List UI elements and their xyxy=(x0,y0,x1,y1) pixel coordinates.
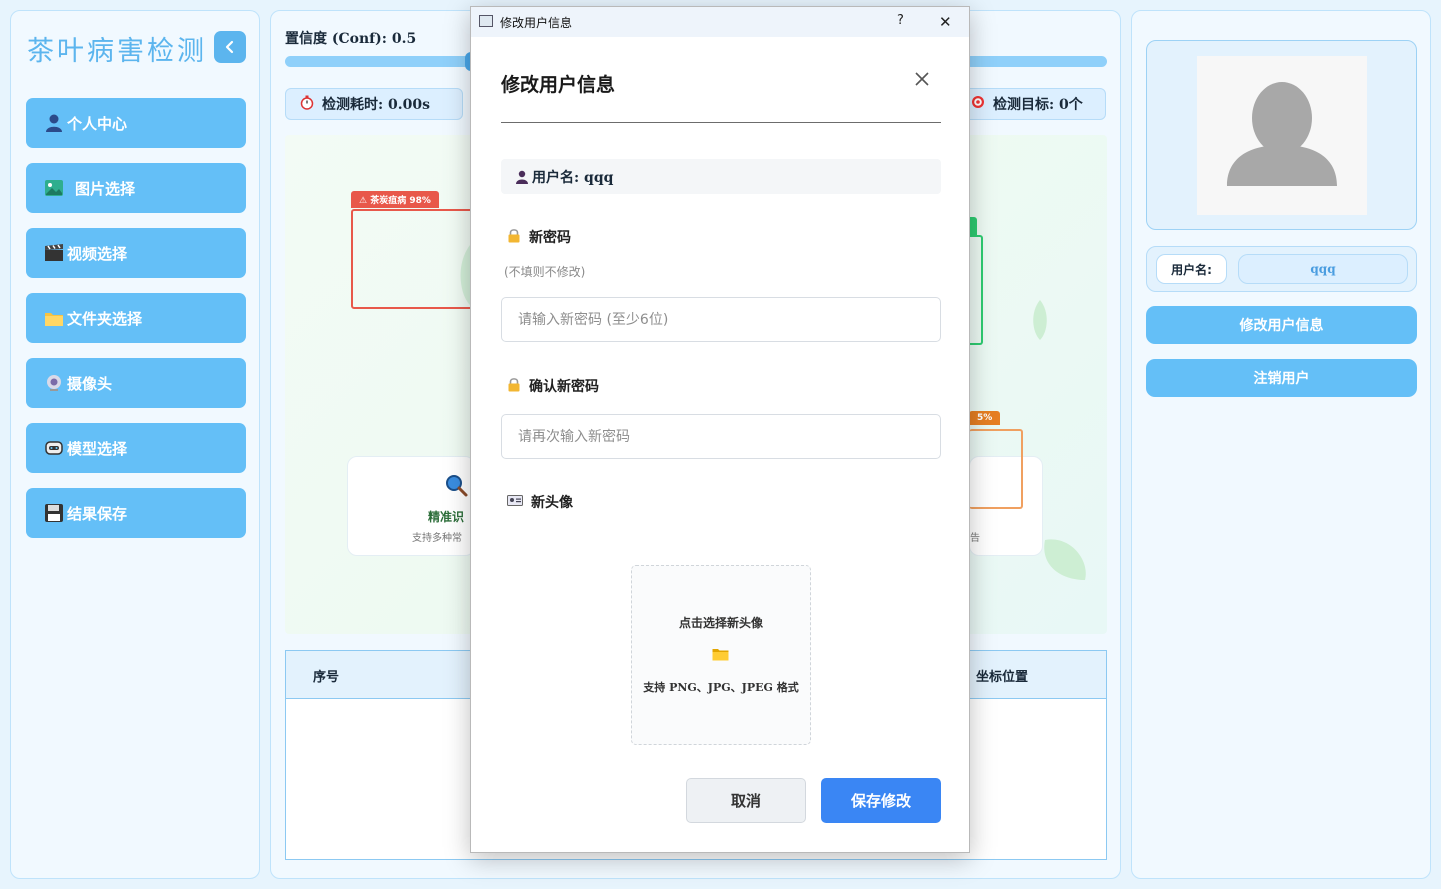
user-icon xyxy=(516,170,528,184)
nav-video-select[interactable]: 视频选择 xyxy=(26,228,246,278)
nav-label: 结果保存 xyxy=(67,504,128,523)
detection-targets-stat: 检测目标: 0个 xyxy=(956,88,1106,120)
lock-icon xyxy=(507,377,521,396)
id-card-icon xyxy=(507,494,523,510)
leaf-decoration-icon xyxy=(1033,300,1047,340)
avatar-upload-area[interactable]: 点击选择新头像 支持 PNG、JPG、JPEG 格式 xyxy=(631,565,811,745)
avatar-card xyxy=(1146,40,1417,230)
dialog-heading: 修改用户信息 xyxy=(501,74,616,96)
username-value: qqq xyxy=(1238,254,1408,284)
dialog-username: 用户名: qqq xyxy=(501,159,941,194)
nav-label: 视频选择 xyxy=(67,244,128,263)
detection-tag-warning: 5% xyxy=(969,411,1001,425)
edit-user-dialog: 修改用户信息 ? ✕ 修改用户信息 用户名: qqq 新密码 (不填则不修改) … xyxy=(470,6,970,853)
dialog-content: 修改用户信息 用户名: qqq 新密码 (不填则不修改) 确认新密码 新头像 点… xyxy=(471,37,969,852)
folder-icon xyxy=(712,649,729,661)
avatar xyxy=(1197,56,1367,215)
username-label: 用户名: xyxy=(1156,254,1227,284)
new-avatar-label: 新头像 xyxy=(507,492,573,512)
lock-icon xyxy=(507,228,521,247)
nav-label: 摄像头 xyxy=(67,374,113,393)
confirm-password-label: 确认新密码 xyxy=(507,376,599,396)
folder-icon xyxy=(43,307,65,329)
nav-save-results[interactable]: 结果保存 xyxy=(26,488,246,538)
dialog-window-title: 修改用户信息 xyxy=(500,16,573,30)
new-password-label: 新密码 xyxy=(507,227,571,247)
dialog-titlebar[interactable]: 修改用户信息 ? ✕ xyxy=(471,7,969,37)
nav-personal-center[interactable]: 个人中心 xyxy=(26,98,246,148)
dialog-username-text: 用户名: qqq xyxy=(532,169,614,186)
robot-icon xyxy=(43,437,65,459)
profile-panel: 用户名: qqq 修改用户信息 注销用户 xyxy=(1131,10,1431,879)
column-header-position[interactable]: 坐标位置 xyxy=(976,666,1028,685)
nav-label: 个人中心 xyxy=(67,114,128,133)
window-close-button[interactable]: ✕ xyxy=(939,13,952,31)
upload-title: 点击选择新头像 xyxy=(678,616,763,630)
upload-formats: 支持 PNG、JPG、JPEG 格式 xyxy=(643,681,799,694)
username-row: 用户名: qqq xyxy=(1146,246,1417,292)
target-icon xyxy=(971,95,985,113)
nav-folder-select[interactable]: 文件夹选择 xyxy=(26,293,246,343)
detection-tag-danger: ⚠ 茶炭疽病 98% xyxy=(351,191,439,208)
help-button[interactable]: ? xyxy=(897,13,904,28)
save-changes-button[interactable]: 保存修改 xyxy=(821,778,941,823)
sidebar: 茶叶病害检测 个人中心 图片选择 视频选择 文件夹选择 摄像头 模型选择 结果保… xyxy=(10,10,260,879)
magnifier-icon xyxy=(446,475,468,497)
nav-camera[interactable]: 摄像头 xyxy=(26,358,246,408)
default-avatar-icon xyxy=(1227,82,1337,186)
new-password-hint: (不填则不修改) xyxy=(504,265,586,279)
nav-label: 图片选择 xyxy=(75,179,136,198)
confirm-password-label-text: 确认新密码 xyxy=(529,379,599,395)
feature-card: 精准识 支持多种常 xyxy=(347,456,475,556)
feature-subtitle: 支持多种常 xyxy=(412,533,462,544)
feature-subtitle: 告 xyxy=(970,533,980,544)
divider xyxy=(501,122,941,123)
edit-user-info-button[interactable]: 修改用户信息 xyxy=(1146,306,1417,344)
cancel-button[interactable]: 取消 xyxy=(686,778,806,823)
floppy-disk-icon xyxy=(43,502,65,524)
window-icon xyxy=(479,15,493,27)
column-header-index[interactable]: 序号 xyxy=(313,666,339,685)
logout-user-button[interactable]: 注销用户 xyxy=(1146,359,1417,397)
feature-title: 精准识 xyxy=(428,510,465,524)
leaf-decoration-icon xyxy=(1044,539,1086,580)
detection-targets-text: 检测目标: 0个 xyxy=(993,97,1083,113)
app-title: 茶叶病害检测 xyxy=(27,36,207,67)
close-icon[interactable] xyxy=(914,68,930,93)
chevron-left-icon xyxy=(225,40,234,54)
detection-box-warning xyxy=(969,429,1023,509)
detection-time-stat: 检测耗时: 0.00s xyxy=(285,88,463,120)
nav-label: 模型选择 xyxy=(67,439,128,458)
nav-label: 文件夹选择 xyxy=(67,309,143,328)
detection-time-text: 检测耗时: 0.00s xyxy=(322,97,431,113)
user-icon xyxy=(43,112,65,134)
stopwatch-icon xyxy=(300,95,314,114)
confidence-label: 置信度 (Conf): 0.5 xyxy=(285,31,417,47)
clapperboard-icon xyxy=(43,242,65,264)
nav-image-select[interactable]: 图片选择 xyxy=(26,163,246,213)
new-avatar-label-text: 新头像 xyxy=(531,495,573,511)
new-password-label-text: 新密码 xyxy=(529,230,571,246)
collapse-sidebar-button[interactable] xyxy=(214,31,246,63)
new-password-input[interactable] xyxy=(501,297,941,342)
camera-icon xyxy=(43,372,65,394)
confirm-password-input[interactable] xyxy=(501,414,941,459)
nav-model-select[interactable]: 模型选择 xyxy=(26,423,246,473)
image-icon xyxy=(43,177,65,199)
detection-box-danger xyxy=(351,209,476,309)
